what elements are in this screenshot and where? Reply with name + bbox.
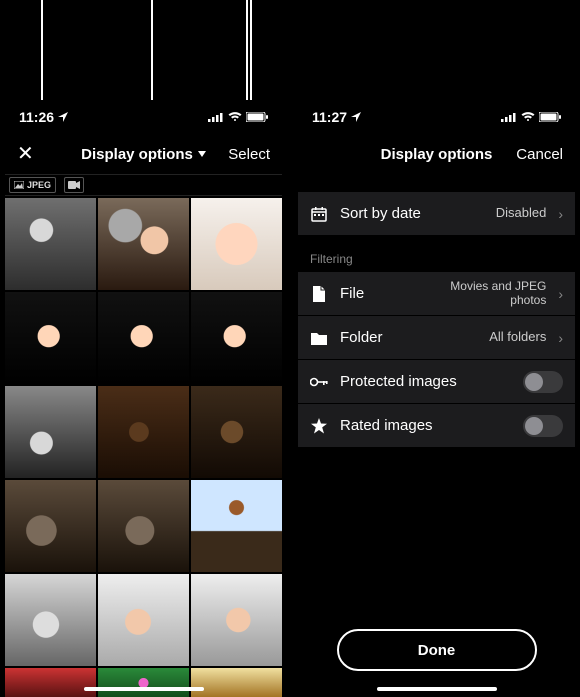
filter-chip-bar: JPEG [5,174,282,196]
rated-images-label: Rated images [340,417,511,434]
file-filter-row[interactable]: File Movies and JPEG photos › [298,272,575,316]
file-filter-label: File [340,285,414,302]
chevron-right-icon: › [558,330,563,346]
done-button-label: Done [418,642,456,659]
sort-value: Disabled [496,206,547,221]
chevron-right-icon: › [558,206,563,222]
nav-title-label: Display options [81,146,193,163]
wifi-icon [228,112,242,122]
folder-filter-label: Folder [340,329,477,346]
nav-title-label: Display options [381,146,493,163]
photo-thumbnail[interactable] [191,668,282,697]
photo-thumbnail[interactable] [98,386,189,478]
folder-filter-value: All folders [489,330,546,345]
file-filter-value: Movies and JPEG photos [426,280,546,308]
status-bar: 11:27 [298,100,575,134]
photo-thumbnail[interactable] [98,668,189,697]
photo-thumbnail[interactable] [5,668,96,697]
folder-filter-row[interactable]: Folder All folders › [298,316,575,360]
key-icon [310,377,328,387]
nav-bar: ✕ Display options Select [5,134,282,174]
photo-thumbnail[interactable] [191,480,282,572]
photo-thumbnail[interactable] [191,292,282,384]
photo-thumbnail[interactable] [191,574,282,666]
rated-images-row[interactable]: Rated images [298,404,575,448]
sort-label: Sort by date [340,205,484,222]
photo-thumbnail[interactable] [5,198,96,290]
status-time: 11:26 [19,109,54,125]
movie-filter-chip[interactable] [64,177,84,193]
photo-thumbnail[interactable] [5,480,96,572]
star-icon [310,418,328,434]
display-options-dropdown[interactable]: Display options [73,146,214,163]
photo-thumbnail[interactable] [98,574,189,666]
home-indicator[interactable] [84,687,204,691]
status-time: 11:27 [312,109,347,125]
rated-images-toggle[interactable] [523,415,563,437]
wifi-icon [521,112,535,122]
photo-thumbnail[interactable] [98,480,189,572]
photo-thumbnail[interactable] [5,386,96,478]
nav-bar: Display options Cancel [298,134,575,174]
select-button[interactable]: Select [214,146,270,163]
battery-icon [539,112,561,122]
sort-by-date-row[interactable]: Sort by date Disabled › [298,192,575,236]
location-arrow-icon [58,112,68,122]
protected-images-row[interactable]: Protected images [298,360,575,404]
nav-title: Display options [366,146,507,163]
close-button[interactable]: ✕ [17,144,73,164]
signal-icon [501,112,517,122]
filtering-section-heading: Filtering [298,236,575,272]
signal-icon [208,112,224,122]
file-icon [310,286,328,302]
video-icon [68,181,80,189]
jpeg-chip-label: JPEG [27,180,51,190]
location-arrow-icon [351,112,361,122]
cancel-button[interactable]: Cancel [507,146,563,163]
battery-icon [246,112,268,122]
photo-thumbnail[interactable] [191,386,282,478]
photo-grid[interactable] [5,196,282,697]
photo-thumbnail[interactable] [5,574,96,666]
caret-down-icon [198,151,206,157]
protected-images-label: Protected images [340,373,511,390]
done-button[interactable]: Done [337,629,537,671]
jpeg-filter-chip[interactable]: JPEG [9,177,56,193]
phone-gallery-screen: 11:26 ✕ Display options [5,100,282,695]
phone-display-options-screen: 11:27 Display options [298,100,575,695]
image-icon [14,181,24,189]
photo-thumbnail[interactable] [5,292,96,384]
chevron-right-icon: › [558,286,563,302]
home-indicator[interactable] [377,687,497,691]
protected-images-toggle[interactable] [523,371,563,393]
calendar-icon [310,206,328,222]
photo-thumbnail[interactable] [98,292,189,384]
folder-icon [310,331,328,345]
photo-thumbnail[interactable] [98,198,189,290]
photo-thumbnail[interactable] [191,198,282,290]
status-bar: 11:26 [5,100,282,134]
